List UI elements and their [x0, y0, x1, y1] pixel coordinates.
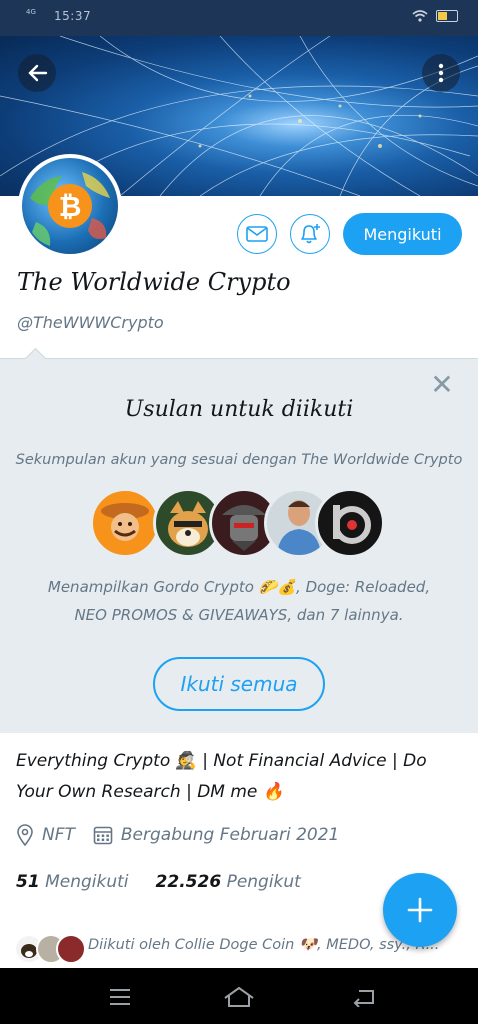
home-nav-button[interactable] [222, 980, 256, 1014]
close-icon[interactable]: ✕ [428, 371, 456, 399]
notify-button[interactable] [290, 214, 330, 254]
profile-name: The Worldwide Crypto [17, 268, 291, 296]
menu-icon [110, 989, 130, 1005]
battery-icon [436, 10, 458, 22]
following-label: Mengikuti [45, 872, 129, 892]
location-pin-icon [17, 824, 33, 846]
home-icon [224, 986, 254, 1007]
profile-handle: @TheWWWCrypto [17, 313, 164, 332]
status-time: 15:37 [54, 9, 92, 23]
back-nav-button[interactable] [347, 980, 381, 1014]
more-options-button[interactable] [422, 54, 460, 92]
profile-joined: Bergabung Februari 2021 [120, 825, 340, 845]
plus-icon [407, 897, 433, 923]
profile-location: NFT [42, 825, 75, 845]
bell-plus-icon [301, 224, 320, 244]
suggestions-title: Usulan untuk diikuti [124, 397, 354, 422]
message-button[interactable] [237, 214, 277, 254]
menu-nav-button[interactable] [103, 980, 137, 1014]
suggestions-description: Menampilkan Gordo Crypto 🌮💰, Doge: Reloa… [47, 578, 431, 624]
following-stat[interactable]: 51 Mengikuti [16, 872, 129, 892]
following-button[interactable]: Mengikuti [343, 213, 462, 255]
b-logo-image [333, 505, 371, 544]
followers-stat[interactable]: 22.526 Pengikut [156, 872, 301, 892]
followers-label: Pengikut [226, 872, 301, 892]
gordo-crypto-avatar-image [101, 503, 149, 541]
suggestions-panel: ✕ Usulan untuk diikuti Sekumpulan akun y… [0, 347, 478, 733]
suggestions-subtitle: Sekumpulan akun yang sesuai dengan The W… [15, 452, 463, 468]
arrow-left-icon [28, 64, 48, 82]
network-indicator: 4G [26, 8, 36, 16]
following-count: 51 [16, 872, 40, 892]
suggested-avatar-gordo-crypto[interactable] [90, 488, 160, 558]
profile-stats: 51 Mengikuti 22.526 Pengikut [16, 872, 301, 892]
profile-bio: Everything Crypto 🕵️ | Not Financial Adv… [16, 751, 427, 802]
compose-button[interactable] [383, 873, 457, 947]
follow-all-button[interactable]: Ikuti semua [153, 657, 325, 711]
envelope-icon [246, 226, 268, 242]
back-button[interactable] [18, 54, 56, 92]
wifi-icon [412, 10, 428, 22]
system-nav-bar [0, 968, 478, 1024]
back-icon [353, 990, 374, 1007]
suggested-avatar-b-logo[interactable] [315, 488, 385, 558]
followers-count: 22.526 [155, 872, 222, 892]
bitcoin-icon: ₿ [48, 184, 92, 228]
profile-meta: NFT Bergabung Februari 2021 [16, 824, 339, 846]
profile-avatar[interactable]: ₿ [18, 154, 122, 258]
more-vertical-icon [438, 63, 444, 83]
calendar-icon [93, 826, 113, 845]
status-bar: 4G 15:37 [0, 0, 478, 36]
